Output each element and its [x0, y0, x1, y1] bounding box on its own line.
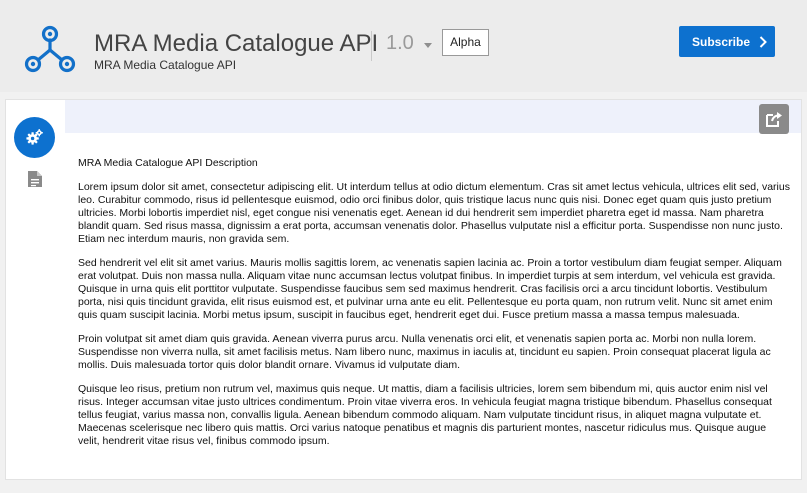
description-heading: MRA Media Catalogue API Description: [78, 157, 258, 169]
description-paragraph: Quisque leo risus, pretium non rutrum ve…: [78, 383, 772, 447]
api-detail-card: MRA Media Catalogue API Description Lore…: [5, 99, 802, 480]
api-title: MRA Media Catalogue API: [94, 30, 379, 57]
description-paragraph: Proin volutpat sit amet diam quis gravid…: [78, 333, 771, 371]
description-paragraph: Lorem ipsum dolor sit amet, consectetur …: [78, 181, 790, 245]
sidebar: [6, 100, 65, 479]
document-icon[interactable]: [27, 170, 43, 188]
api-description: MRA Media Catalogue API Description Lore…: [78, 157, 790, 459]
export-button[interactable]: [759, 104, 789, 134]
sidebar-item-overview[interactable]: [14, 117, 55, 158]
status-badge: Alpha: [442, 29, 489, 56]
description-banner: [65, 100, 801, 133]
share-icon: [766, 112, 782, 127]
title-divider: [371, 31, 372, 61]
version-selector[interactable]: 1.0: [386, 32, 414, 55]
chevron-right-icon: [759, 36, 767, 48]
subscribe-button[interactable]: Subscribe: [679, 26, 775, 57]
gears-icon: [26, 129, 43, 145]
api-subtitle: MRA Media Catalogue API: [94, 58, 237, 72]
chevron-down-icon[interactable]: [424, 43, 432, 48]
api-logo-icon: [24, 25, 76, 73]
api-header: MRA Media Catalogue API 1.0 Alpha MRA Me…: [0, 0, 807, 92]
description-paragraph: Sed hendrerit vel elit sit amet varius. …: [78, 257, 782, 321]
subscribe-label: Subscribe: [692, 34, 751, 49]
